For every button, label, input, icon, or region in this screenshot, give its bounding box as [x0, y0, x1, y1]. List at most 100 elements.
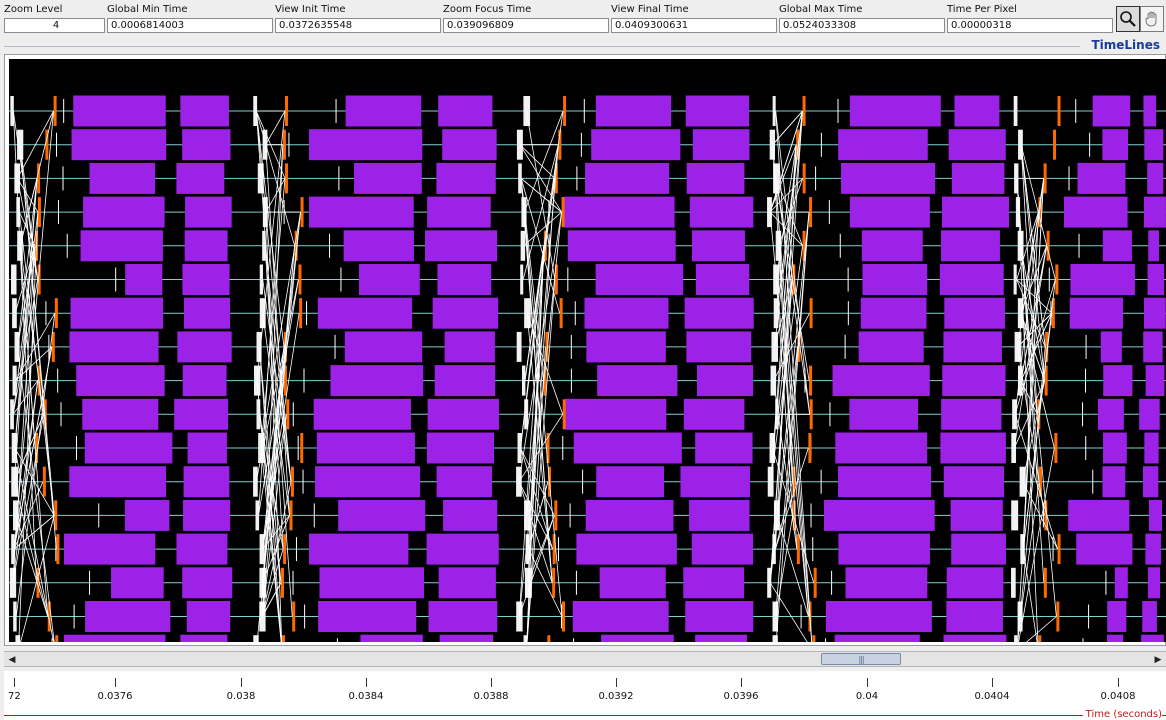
state-rectangle — [427, 398, 499, 430]
sync-bar — [1011, 500, 1019, 531]
view-final-time-label: View Final Time — [611, 4, 689, 15]
hand-tool-button[interactable] — [1140, 6, 1164, 32]
state-rectangle — [691, 533, 754, 565]
state-rectangle — [1147, 264, 1165, 295]
state-rectangle — [1143, 196, 1166, 228]
message-event — [812, 635, 816, 642]
time-info-bar: Zoom Level 4 Global Min Time 0.000681400… — [0, 0, 1166, 36]
state-rectangle — [696, 365, 754, 397]
state-rectangle — [1092, 95, 1131, 127]
message-event — [282, 635, 286, 642]
axis-tick-label: 72 — [8, 691, 21, 702]
state-rectangle — [576, 533, 677, 565]
state-rectangle — [573, 432, 682, 464]
time-axis: 72 0.0376 0.038 0.0384 0.0388 0.0392 0.0396 0.0… — [4, 671, 1166, 720]
zoom-tool-button[interactable] — [1116, 6, 1140, 32]
state-rectangle — [1102, 129, 1129, 161]
message-event — [552, 534, 556, 565]
state-rectangle — [1143, 297, 1166, 329]
sync-bar — [1013, 264, 1017, 295]
state-rectangle — [567, 230, 676, 262]
state-rectangle — [184, 230, 228, 262]
timeline-canvas[interactable] — [9, 59, 1166, 642]
message-arrow — [523, 211, 562, 247]
axis-tick-label: 0.0408 — [1100, 691, 1136, 702]
state-rectangle — [345, 95, 422, 127]
sync-bar — [516, 331, 522, 362]
zoom-level-value[interactable]: 4 — [4, 18, 105, 33]
state-rectangle — [685, 601, 754, 632]
message-event — [292, 601, 296, 632]
axis-tick-label: 0.04 — [855, 691, 879, 702]
state-rectangle — [1103, 432, 1127, 464]
state-rectangle — [1147, 567, 1161, 599]
message-event — [284, 96, 288, 126]
state-rectangle — [309, 129, 423, 161]
message-arrow — [775, 515, 794, 617]
state-rectangle — [313, 398, 411, 430]
axis-tick — [491, 678, 492, 687]
state-rectangle — [849, 95, 941, 127]
message-event — [809, 197, 813, 228]
state-rectangle — [1102, 230, 1132, 262]
state-rectangle — [1139, 398, 1160, 430]
message-event — [545, 331, 549, 362]
message-event — [1055, 264, 1059, 295]
state-rectangle — [434, 365, 496, 397]
message-event — [42, 466, 46, 497]
scroll-right-button[interactable]: ▶ — [1151, 653, 1165, 666]
state-rectangle — [1148, 499, 1163, 531]
message-event — [808, 433, 812, 463]
state-rectangle — [443, 499, 498, 531]
state-rectangle — [946, 601, 1003, 632]
global-max-time-label: Global Max Time — [779, 4, 863, 15]
state-rectangle — [439, 634, 494, 642]
global-max-time-value[interactable]: 0.0524033308 — [779, 18, 945, 33]
state-rectangle — [1070, 264, 1135, 295]
message-event — [1057, 96, 1061, 126]
time-per-pixel-field: Time Per Pixel 0.00000318 — [947, 3, 1113, 35]
state-rectangle — [951, 533, 1006, 565]
state-rectangle — [73, 95, 166, 127]
message-event — [562, 601, 566, 632]
horizontal-scrollbar[interactable]: ◀ ||| ▶ — [4, 651, 1166, 667]
sync-bar — [520, 230, 526, 261]
zoom-level-label: Zoom Level — [4, 4, 63, 15]
state-rectangle — [317, 297, 413, 329]
view-final-time-value[interactable]: 0.0409300631 — [611, 18, 777, 33]
state-rectangle — [1143, 95, 1157, 127]
view-init-time-label: View Init Time — [275, 4, 346, 15]
message-event — [552, 567, 556, 598]
scroll-left-button[interactable]: ◀ — [5, 653, 19, 666]
scroll-thumb[interactable]: ||| — [821, 653, 901, 665]
state-rectangle — [182, 264, 230, 295]
message-event — [547, 635, 551, 642]
message-arrow — [769, 110, 803, 213]
axis-title-rule — [4, 715, 1166, 716]
message-event — [300, 197, 304, 228]
state-rectangle — [124, 499, 170, 531]
state-rectangle — [71, 129, 167, 161]
state-rectangle — [686, 331, 752, 363]
zoom-focus-time-value[interactable]: 0.039096809 — [443, 18, 609, 33]
state-rectangle — [861, 230, 923, 262]
state-rectangle — [427, 196, 491, 228]
sync-bar — [769, 129, 776, 160]
time-per-pixel-value[interactable]: 0.00000318 — [947, 18, 1113, 33]
axis-tick-label: 0.038 — [226, 691, 256, 702]
state-rectangle — [1143, 331, 1163, 363]
axis-title: Time (seconds) — [1082, 709, 1162, 720]
message-event — [802, 163, 806, 194]
state-rectangle — [180, 95, 229, 127]
state-rectangle — [591, 129, 681, 161]
state-rectangle — [309, 533, 409, 565]
global-min-time-value[interactable]: 0.0006814003 — [107, 18, 273, 33]
sync-bar — [767, 466, 774, 497]
axis-tick — [115, 678, 116, 687]
view-init-time-value[interactable]: 0.0372635548 — [275, 18, 441, 33]
sync-bar — [517, 433, 522, 463]
message-event — [1057, 534, 1061, 565]
axis-tick — [616, 678, 617, 687]
state-rectangle — [946, 567, 1004, 599]
state-rectangle — [442, 129, 497, 161]
